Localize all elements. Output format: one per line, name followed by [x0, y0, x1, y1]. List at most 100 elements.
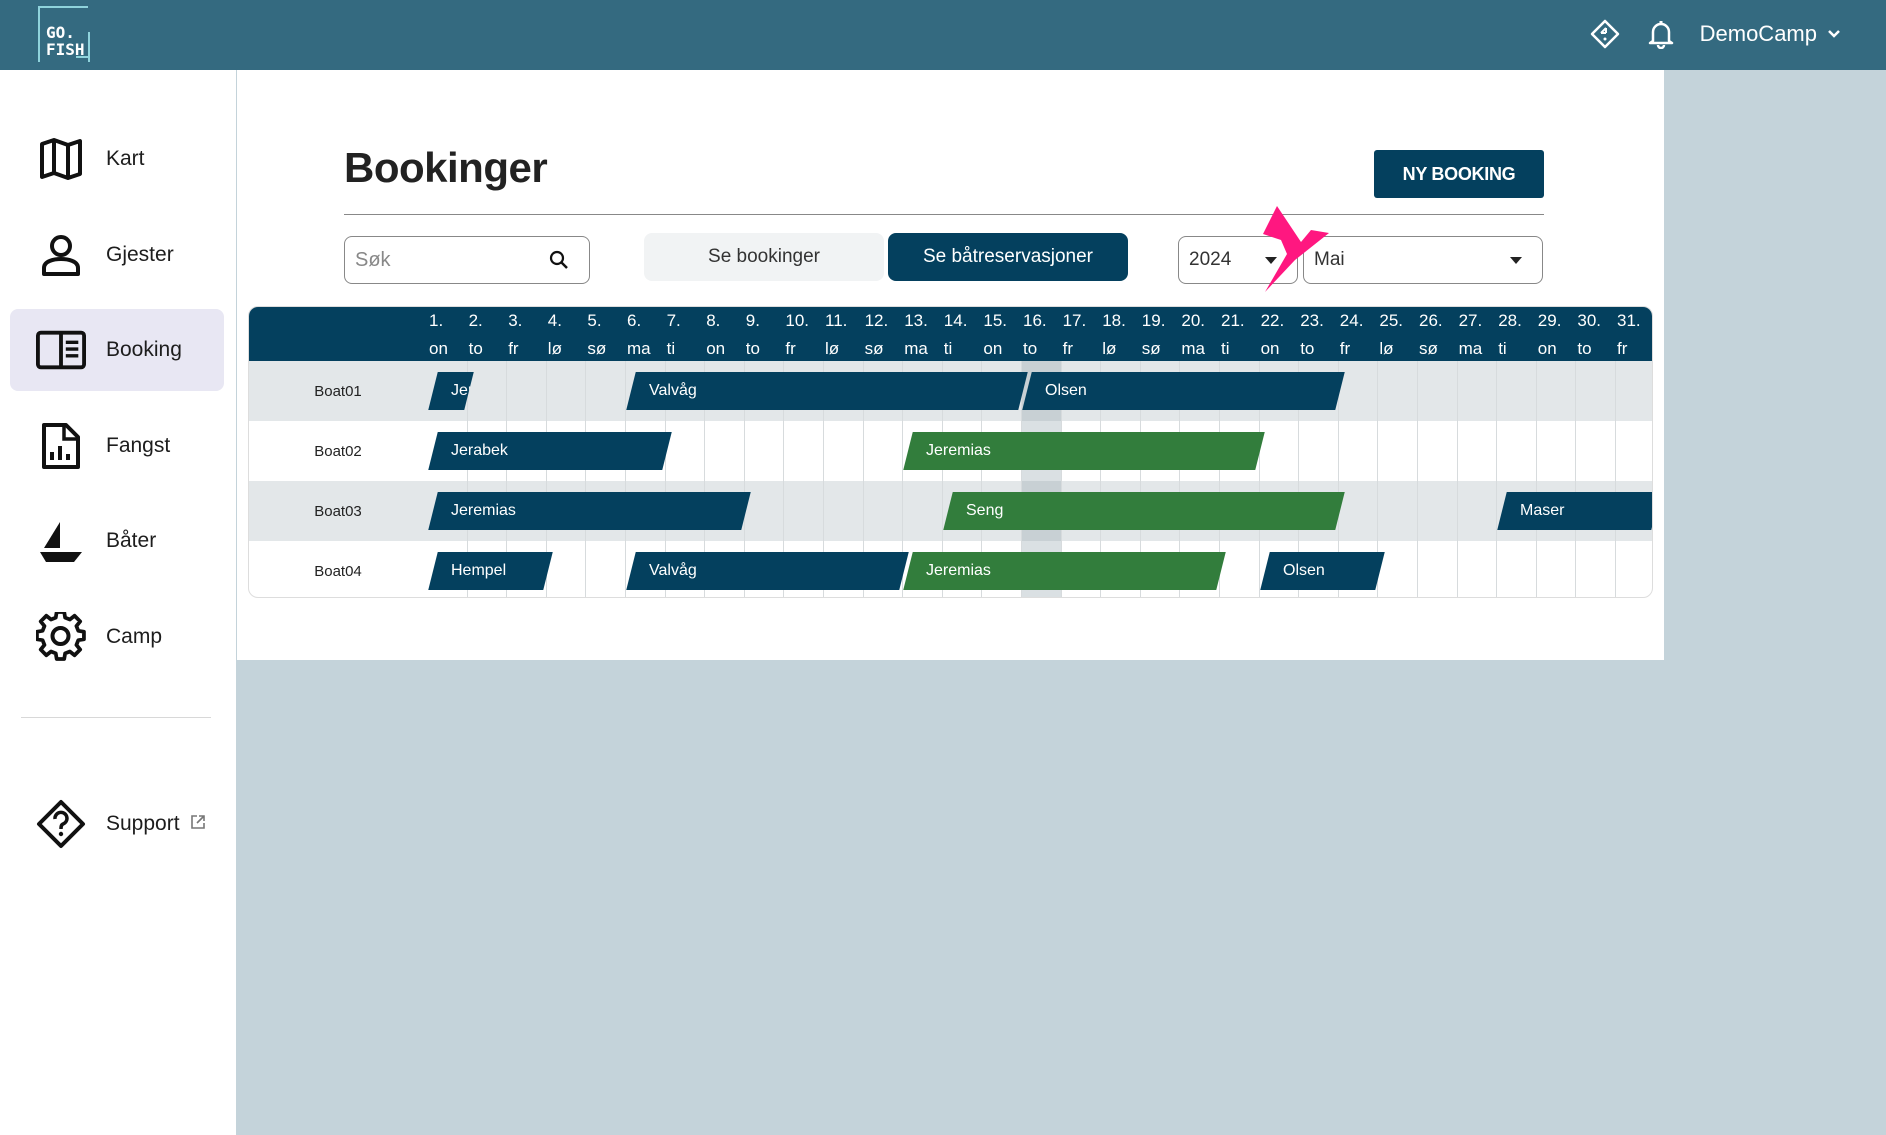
reservation-guest-name: Hempel	[451, 562, 507, 579]
new-booking-button[interactable]: NY BOOKING	[1374, 150, 1544, 198]
page-title: Bookinger	[344, 144, 548, 191]
day-header: 13. ma	[902, 307, 942, 361]
top-right-controls: DemoCamp	[1588, 14, 1841, 54]
sidebar-item-fangst[interactable]: Fangst	[10, 405, 224, 487]
reservation-bar[interactable]: Hempel	[428, 552, 553, 590]
year-value: 2024	[1189, 249, 1232, 270]
weekday-label: ti	[943, 339, 953, 358]
day-gridline	[1575, 361, 1577, 597]
weekday-label: ma	[627, 339, 651, 358]
day-number: 7.	[666, 311, 681, 330]
day-number: 21.	[1221, 311, 1245, 330]
day-number: 26.	[1419, 311, 1443, 330]
weekday-label: on	[1537, 339, 1557, 358]
weekday-label: lø	[1379, 339, 1394, 358]
help-diamond-icon[interactable]	[1588, 17, 1622, 51]
map-icon	[36, 134, 86, 184]
month-select[interactable]: Mai	[1303, 236, 1543, 284]
reservation-guest-name: Seng	[965, 502, 1004, 519]
day-number: 10.	[785, 311, 810, 330]
day-number: 2.	[468, 311, 483, 330]
weekday-label: sø	[1419, 339, 1438, 358]
day-header: 15. on	[981, 307, 1021, 361]
weekday-label: on	[706, 339, 726, 358]
sidebar-item-booking[interactable]: Booking	[10, 309, 224, 391]
reservation-guest-name: Valvåg	[649, 562, 697, 579]
reservation-bar[interactable]: Jeremias	[903, 432, 1266, 470]
weekday-label: ti	[666, 339, 676, 358]
reservation-bar[interactable]: Valvåg	[626, 372, 1028, 410]
day-number: 5.	[587, 311, 602, 330]
day-header: 28. ti	[1496, 307, 1536, 361]
day-number: 4.	[547, 311, 562, 330]
day-header: 1. on	[427, 307, 467, 361]
day-number: 22.	[1260, 311, 1285, 330]
day-number: 15.	[983, 311, 1008, 330]
reservation-guest-name: Jeremias	[926, 562, 992, 579]
tab-bookings[interactable]: Se bookinger	[644, 233, 884, 281]
gofish-logo[interactable]: GO. FISH	[38, 6, 90, 62]
reservation-guest-name: Jeremias	[926, 442, 992, 459]
weekday-label: on	[1260, 339, 1280, 358]
weekday-label: to	[1023, 339, 1038, 358]
reservation-bar[interactable]: Jeremias	[428, 492, 751, 530]
day-header: 25. lø	[1377, 307, 1417, 361]
sidebar-item-support[interactable]: Support	[10, 783, 224, 865]
sidebar-item-gjester[interactable]: Gjester	[10, 214, 224, 296]
day-header: 12. sø	[863, 307, 903, 361]
weekday-label: lø	[825, 339, 840, 358]
day-header: 30. to	[1575, 307, 1615, 361]
reservation-bar[interactable]: Jeremias	[903, 552, 1226, 590]
reservation-bar[interactable]: Jerabek	[428, 432, 672, 470]
day-number: 29.	[1537, 311, 1562, 330]
weekday-label: fr	[508, 339, 519, 358]
calendar-header: 1. on 2. to 3. fr 4. lø 5. sø 6. ma 7. ti 8. on 9. to 10. f…	[249, 307, 1652, 361]
day-header: 23. to	[1298, 307, 1338, 361]
sidebar-item-label: Båter	[106, 529, 157, 552]
weekday-label: ma	[1458, 339, 1483, 358]
weekday-label: to	[745, 339, 760, 358]
user-menu[interactable]: DemoCamp	[1700, 21, 1841, 47]
day-header: 7. ti	[665, 307, 705, 361]
reservation-bar[interactable]: Olsen	[1259, 552, 1385, 590]
weekday-label: ma	[1181, 339, 1206, 358]
day-number: 27.	[1458, 311, 1483, 330]
boat-label: Boat02	[314, 442, 362, 460]
day-number: 20.	[1181, 311, 1206, 330]
sidebar-item-label: Camp	[106, 625, 163, 648]
day-header: 18. lø	[1100, 307, 1140, 361]
weekday-label: to	[1300, 339, 1315, 358]
search-input[interactable]: Søk	[344, 236, 590, 284]
day-number: 19.	[1141, 311, 1166, 330]
day-number: 18.	[1102, 311, 1126, 330]
day-header: 27. ma	[1457, 307, 1497, 361]
external-link-icon	[190, 814, 206, 835]
reservation-bar[interactable]: Maser	[1497, 492, 1652, 530]
sidebar-item-label: Gjester	[106, 243, 174, 266]
reservation-bar[interactable]: Valvåg	[626, 552, 909, 590]
bell-icon[interactable]	[1644, 17, 1678, 51]
day-number: 9.	[745, 311, 760, 330]
user-name: DemoCamp	[1699, 21, 1817, 46]
sidebar-item-bater[interactable]: Båter	[10, 500, 224, 582]
main-panel: Bookinger NY BOOKING Søk Se bookinger Se…	[237, 70, 1664, 660]
reservation-bar[interactable]: Olsen	[1022, 372, 1345, 410]
sidebar-item-camp[interactable]: Camp	[10, 596, 224, 678]
reservation-guest-name: Olsen	[1282, 562, 1325, 579]
day-header: 5. sø	[585, 307, 625, 361]
title-divider	[344, 214, 1544, 215]
day-gridline	[1496, 361, 1498, 597]
reservation-bar[interactable]: Seng	[943, 492, 1345, 530]
day-gridline	[625, 361, 626, 597]
reservation-guest-name: Jerabek	[451, 442, 508, 459]
sidebar-item-label: Booking	[106, 338, 182, 361]
tab-boat-reservations[interactable]: Se båtreservasjoner	[888, 233, 1128, 281]
day-number: 3.	[508, 311, 523, 330]
day-number: 23.	[1300, 311, 1324, 330]
day-number: 24.	[1339, 311, 1364, 330]
sidebar-item-kart[interactable]: Kart	[10, 118, 224, 200]
sidebar-item-label: Fangst	[106, 434, 171, 457]
sidebar: Kart Gjester Booking Fangst Båter Camp S…	[0, 70, 236, 1135]
person-icon	[36, 230, 86, 280]
day-gridline	[585, 361, 587, 597]
